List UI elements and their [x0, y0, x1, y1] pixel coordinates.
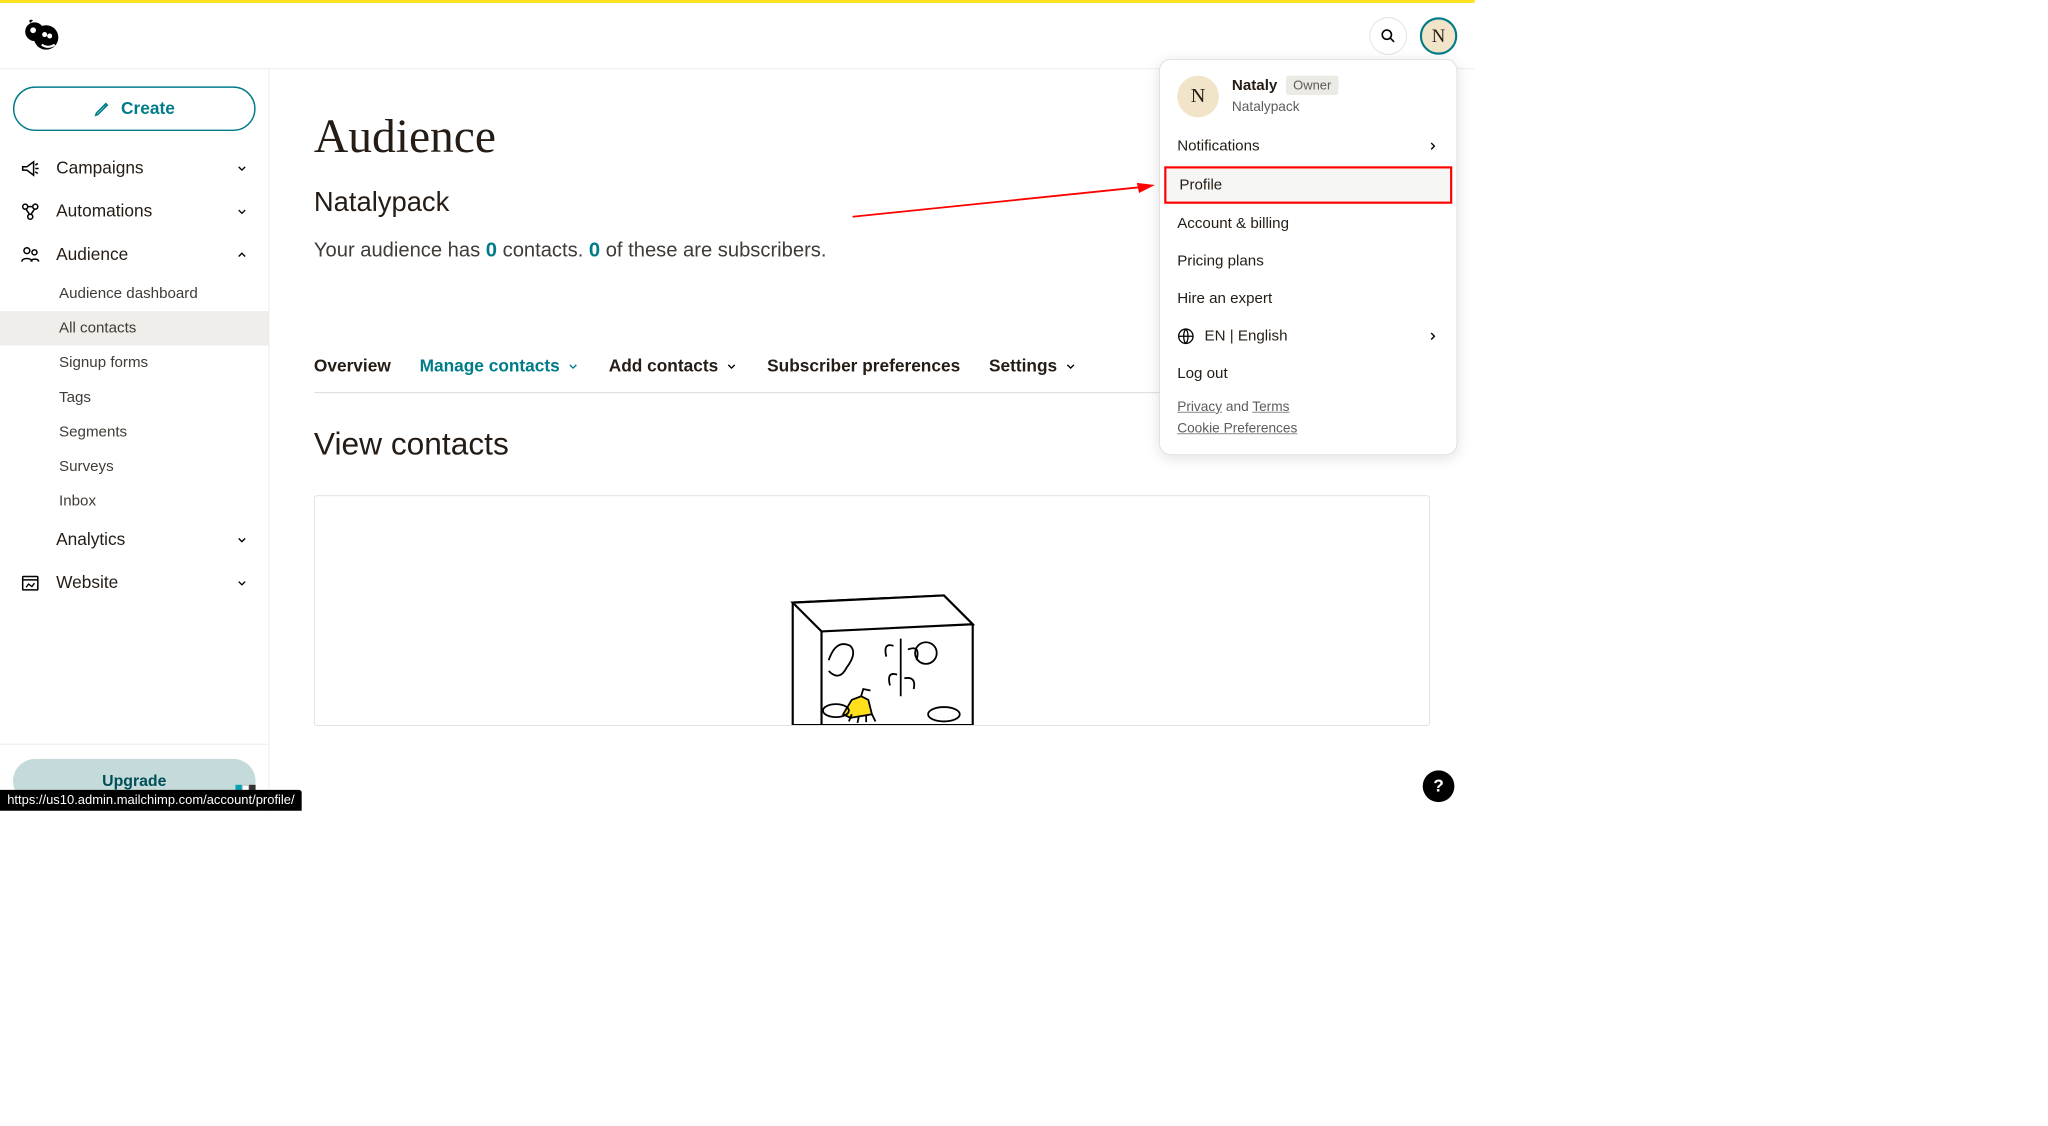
menu-item-notifications[interactable]: Notifications [1160, 127, 1457, 164]
status-bar-url: https://us10.admin.mailchimp.com/account… [0, 790, 302, 811]
menu-item-label: Account & billing [1177, 215, 1289, 232]
sidebar-item-label: Website [56, 573, 118, 593]
header-search-button[interactable] [1369, 17, 1406, 54]
chevron-down-icon [235, 205, 248, 218]
empty-state-illustration [757, 574, 987, 725]
profile-role-badge: Owner [1286, 76, 1339, 95]
chevron-right-icon [1426, 140, 1439, 153]
tab-overview[interactable]: Overview [314, 356, 391, 376]
tab-label: Settings [989, 356, 1057, 376]
website-icon [20, 573, 40, 593]
sidebar-sub-all-contacts[interactable]: All contacts [0, 311, 269, 346]
create-button[interactable]: Create [13, 86, 256, 131]
avatar-letter: N [1191, 85, 1206, 108]
tab-label: Manage contacts [420, 356, 560, 376]
chevron-down-icon [235, 577, 248, 590]
menu-item-hire-expert[interactable]: Hire an expert [1160, 280, 1457, 317]
sidebar-sub-surveys[interactable]: Surveys [10, 449, 258, 484]
chevron-down-icon [235, 162, 248, 175]
tab-subscriber-preferences[interactable]: Subscriber preferences [767, 356, 960, 376]
menu-item-label: Hire an expert [1177, 290, 1272, 307]
text: Your audience has [314, 238, 486, 260]
empty-state-box [314, 495, 1430, 725]
globe-icon [1177, 328, 1194, 345]
search-icon [1380, 28, 1396, 44]
profile-company: Natalypack [1232, 99, 1339, 115]
privacy-link[interactable]: Privacy [1177, 400, 1222, 415]
menu-item-profile[interactable]: Profile [1164, 166, 1452, 203]
menu-item-pricing-plans[interactable]: Pricing plans [1160, 243, 1457, 280]
chevron-down-icon [567, 360, 580, 373]
sidebar: Create Campaigns Automations [0, 69, 269, 811]
sidebar-sub-segments[interactable]: Segments [10, 415, 258, 450]
menu-item-label: Log out [1177, 365, 1227, 382]
tab-label: Subscriber preferences [767, 356, 960, 376]
sidebar-sub-signup-forms[interactable]: Signup forms [10, 346, 258, 381]
tab-settings[interactable]: Settings [989, 356, 1077, 376]
menu-item-label: EN | English [1205, 328, 1288, 345]
tab-add-contacts[interactable]: Add contacts [609, 356, 739, 376]
tab-label: Add contacts [609, 356, 718, 376]
text: contacts. [497, 238, 589, 260]
contact-count: 0 [486, 238, 497, 260]
menu-item-account-billing[interactable]: Account & billing [1160, 205, 1457, 242]
chevron-down-icon [1064, 360, 1077, 373]
sidebar-item-audience[interactable]: Audience [10, 233, 258, 276]
menu-item-label: Profile [1179, 176, 1222, 193]
mailchimp-logo[interactable] [20, 15, 60, 55]
menu-item-language[interactable]: EN | English [1160, 318, 1457, 355]
sidebar-item-label: Audience [56, 245, 128, 265]
sidebar-item-label: Campaigns [56, 158, 143, 178]
menu-item-label: Notifications [1177, 138, 1259, 155]
pencil-icon [94, 100, 111, 117]
sidebar-sub-tags[interactable]: Tags [10, 380, 258, 415]
terms-link[interactable]: Terms [1252, 400, 1289, 415]
help-button[interactable]: ? [1423, 770, 1455, 802]
megaphone-icon [20, 158, 40, 178]
profile-avatar: N [1177, 76, 1219, 118]
text: of these are subscribers. [600, 238, 826, 260]
sidebar-item-website[interactable]: Website [10, 562, 258, 605]
sidebar-item-campaigns[interactable]: Campaigns [10, 147, 258, 190]
header-avatar-button[interactable]: N [1420, 17, 1457, 54]
profile-menu-footer: Privacy and Terms Cookie Preferences [1160, 392, 1457, 437]
sidebar-item-automations[interactable]: Automations [10, 190, 258, 233]
upgrade-label: Upgrade [102, 772, 166, 791]
chevron-up-icon [235, 248, 248, 261]
cookie-preferences-link[interactable]: Cookie Preferences [1177, 421, 1297, 436]
text: and [1222, 400, 1252, 415]
tab-manage-contacts[interactable]: Manage contacts [420, 356, 580, 376]
sidebar-item-analytics[interactable]: Analytics [10, 518, 258, 561]
sidebar-sub-inbox[interactable]: Inbox [10, 484, 258, 519]
sidebar-sub-audience-dashboard[interactable]: Audience dashboard [10, 276, 258, 311]
avatar-letter: N [1432, 25, 1446, 47]
tab-label: Overview [314, 356, 391, 376]
sidebar-item-label: Automations [56, 202, 152, 222]
subscriber-count: 0 [589, 238, 600, 260]
chevron-down-icon [235, 534, 248, 547]
create-label: Create [121, 99, 175, 119]
chevron-down-icon [725, 360, 738, 373]
sidebar-item-label: Analytics [56, 530, 125, 550]
audience-icon [20, 245, 40, 265]
profile-name: Nataly [1232, 77, 1277, 94]
profile-menu-header: N Nataly Owner Natalypack [1160, 76, 1457, 128]
profile-menu: N Nataly Owner Natalypack Notifications … [1159, 59, 1457, 455]
menu-item-logout[interactable]: Log out [1160, 355, 1457, 392]
chevron-right-icon [1426, 330, 1439, 343]
menu-item-label: Pricing plans [1177, 253, 1264, 270]
automation-icon [20, 202, 40, 222]
